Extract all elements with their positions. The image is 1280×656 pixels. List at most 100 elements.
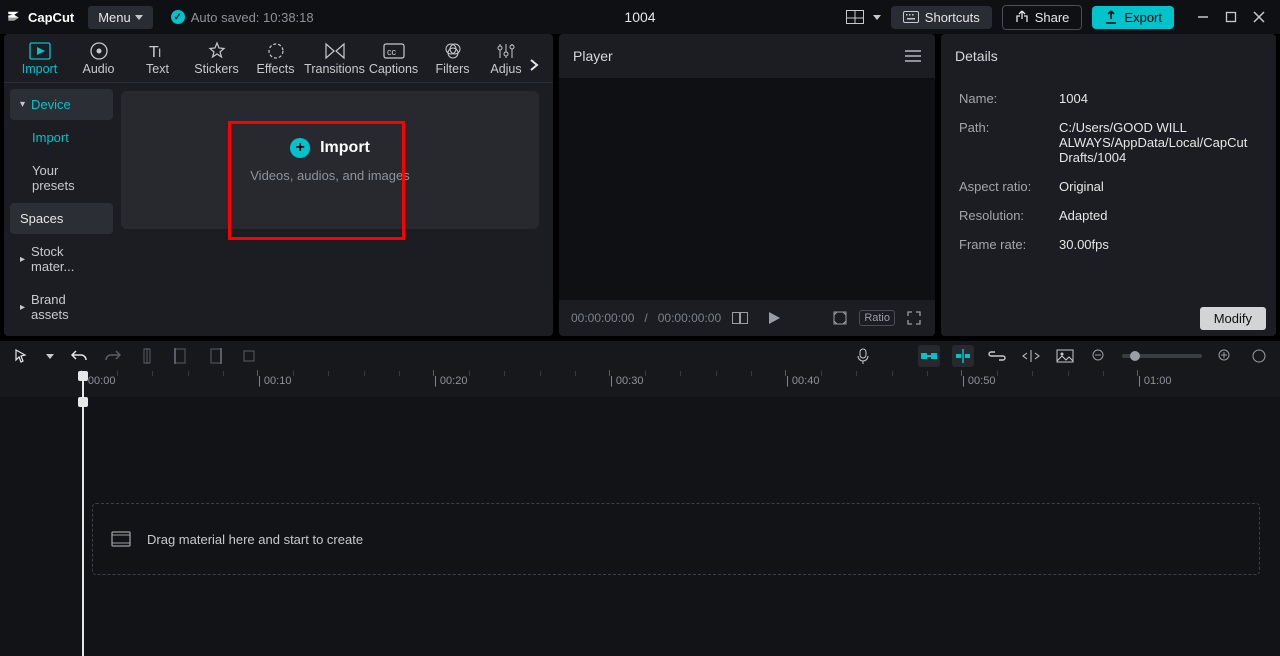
mic-record-button[interactable] [852, 345, 874, 367]
media-tab-bar: Import Audio TI Text Stickers Effects Tr… [4, 34, 553, 82]
plus-icon: + [290, 138, 310, 158]
detail-val-res: Adapted [1059, 208, 1258, 223]
check-icon: ✓ [171, 10, 185, 24]
film-icon [111, 531, 131, 547]
timecode-current: 00:00:00:00 [571, 311, 634, 325]
import-title: Import [320, 139, 370, 157]
timeline-tracks[interactable]: Drag material here and start to create [0, 397, 1280, 656]
ruler-tick: | 00:50 [962, 375, 995, 387]
detail-val-aspect: Original [1059, 179, 1258, 194]
layout-preset-button[interactable] [841, 5, 869, 29]
sidebar-item-brand[interactable]: ▸ Brand assets [10, 284, 113, 330]
compare-icon[interactable] [731, 309, 749, 327]
play-button[interactable] [765, 309, 783, 327]
redo-button[interactable] [102, 345, 124, 367]
audio-icon [88, 40, 110, 62]
adjust-icon [495, 40, 517, 62]
delete-right-button[interactable] [204, 345, 226, 367]
zoom-in-button[interactable] [1214, 345, 1236, 367]
split-button[interactable] [136, 345, 158, 367]
media-panel: Import Audio TI Text Stickers Effects Tr… [4, 34, 553, 336]
tabs-overflow-button[interactable] [521, 52, 547, 78]
timecode-total: 00:00:00:00 [658, 311, 721, 325]
text-icon: TI [147, 40, 169, 62]
sidebar-item-spaces[interactable]: Spaces [10, 203, 113, 234]
playhead[interactable] [82, 397, 84, 656]
zoom-fit-button[interactable] [1248, 345, 1270, 367]
export-icon [1104, 10, 1118, 24]
cover-button[interactable] [1054, 345, 1076, 367]
maximize-button[interactable] [1224, 10, 1238, 24]
cursor-dropdown[interactable] [44, 345, 56, 367]
playhead-head[interactable] [82, 371, 84, 397]
delete-left-button[interactable] [170, 345, 192, 367]
link-button[interactable] [986, 345, 1008, 367]
svg-text:I: I [158, 46, 161, 60]
chevron-down-icon[interactable] [873, 15, 881, 20]
preview-axis-button[interactable] [1020, 345, 1042, 367]
autosaved-indicator: ✓ Auto saved: 10:38:18 [171, 10, 314, 25]
magnet-main-button[interactable] [918, 345, 940, 367]
detail-key-res: Resolution: [959, 208, 1059, 223]
tab-filters[interactable]: Filters [423, 34, 482, 82]
media-body: ▾ Device Import Your presets Spaces ▸ St… [4, 83, 553, 336]
tab-stickers[interactable]: Stickers [187, 34, 246, 82]
timeline-ruler[interactable]: | 00:00| 00:10| 00:20| 00:30| 00:40| 00:… [0, 371, 1280, 397]
detail-key-name: Name: [959, 91, 1059, 106]
ruler-tick: | 00:30 [610, 375, 643, 387]
minimize-button[interactable] [1196, 10, 1210, 24]
tab-captions[interactable]: cc Captions [364, 34, 423, 82]
app-logo: CapCut [6, 8, 74, 26]
ruler-tick: | 00:40 [786, 375, 819, 387]
magnet-track-button[interactable] [952, 345, 974, 367]
detail-val-name: 1004 [1059, 91, 1258, 106]
player-menu-icon[interactable] [905, 50, 921, 62]
timeline-toolstrip [0, 341, 1280, 371]
main-row: Import Audio TI Text Stickers Effects Tr… [0, 34, 1280, 336]
sidebar-item-device[interactable]: ▾ Device [10, 89, 113, 120]
detail-val-path: C:/Users/GOOD WILL ALWAYS/AppData/Local/… [1059, 120, 1258, 165]
cursor-tool-icon[interactable] [10, 345, 32, 367]
ratio-button[interactable]: Ratio [859, 310, 895, 326]
chevron-down-icon [135, 15, 143, 20]
player-header: Player [559, 34, 935, 78]
detail-key-fps: Frame rate: [959, 237, 1059, 252]
zoom-thumb[interactable] [1130, 351, 1140, 361]
player-stage[interactable] [559, 78, 935, 300]
crop-button[interactable] [238, 345, 260, 367]
share-icon [1015, 10, 1029, 24]
keyboard-icon [903, 11, 919, 23]
player-controls: 00:00:00:00 / 00:00:00:00 Ratio [559, 300, 935, 336]
tab-audio[interactable]: Audio [69, 34, 128, 82]
sidebar-item-stock[interactable]: ▸ Stock mater... [10, 236, 113, 282]
triangle-down-icon: ▾ [20, 99, 25, 110]
tab-import[interactable]: Import [10, 34, 69, 82]
tab-effects[interactable]: Effects [246, 34, 305, 82]
shortcuts-button[interactable]: Shortcuts [891, 6, 992, 29]
menu-button[interactable]: Menu [88, 6, 153, 29]
window-controls [1196, 10, 1274, 24]
capcut-logo-icon [6, 8, 24, 26]
zoom-slider[interactable] [1122, 354, 1202, 358]
undo-button[interactable] [68, 345, 90, 367]
timeline-drop-hint[interactable]: Drag material here and start to create [92, 503, 1260, 575]
fullscreen-icon[interactable] [905, 309, 923, 327]
share-button[interactable]: Share [1002, 5, 1083, 30]
effects-icon [265, 40, 287, 62]
zoom-out-button[interactable] [1088, 345, 1110, 367]
detail-key-path: Path: [959, 120, 1059, 165]
sidebar-item-presets[interactable]: Your presets [10, 155, 113, 201]
modify-button[interactable]: Modify [1200, 307, 1266, 330]
detail-val-fps: 30.00fps [1059, 237, 1258, 252]
import-dropzone[interactable]: + Import Videos, audios, and images [121, 91, 539, 229]
timeline-panel: | 00:00| 00:10| 00:20| 00:30| 00:40| 00:… [0, 371, 1280, 656]
tab-transitions[interactable]: Transitions [305, 34, 364, 82]
captions-icon: cc [383, 40, 405, 62]
ruler-tick: | 00:20 [434, 375, 467, 387]
triangle-right-icon: ▸ [20, 254, 25, 265]
export-button[interactable]: Export [1092, 6, 1174, 29]
close-button[interactable] [1252, 10, 1266, 24]
tab-text[interactable]: TI Text [128, 34, 187, 82]
sidebar-item-import[interactable]: Import [10, 122, 113, 153]
snapshot-icon[interactable] [831, 309, 849, 327]
